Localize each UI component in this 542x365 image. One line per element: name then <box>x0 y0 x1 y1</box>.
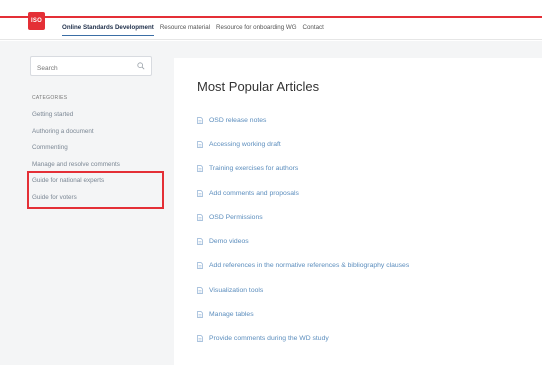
article-link[interactable]: OSD release notes <box>197 108 409 132</box>
article-label: Visualization tools <box>209 286 264 294</box>
article-link[interactable]: OSD Permissions <box>197 205 409 229</box>
nav-item-resource-onboarding[interactable]: Resource for onboarding WG <box>216 24 296 36</box>
article-label: Add comments and proposals <box>209 189 299 197</box>
document-icon <box>197 286 203 294</box>
document-icon <box>197 335 203 343</box>
article-link[interactable]: Add comments and proposals <box>197 181 409 205</box>
article-label: Demo videos <box>209 238 249 246</box>
document-icon <box>197 238 203 245</box>
category-commenting[interactable]: Commenting <box>32 142 120 159</box>
document-icon <box>197 213 203 221</box>
main-nav: Online Standards Development Resource ma… <box>62 24 324 36</box>
document-icon <box>197 262 203 270</box>
document-icon <box>197 116 203 124</box>
article-label: Add references in the normative referenc… <box>209 262 410 270</box>
article-link[interactable]: Visualization tools <box>197 278 409 302</box>
categories-heading: CATEGORIES <box>32 95 68 101</box>
highlight-box <box>27 171 164 209</box>
search-icon[interactable] <box>137 62 145 70</box>
search-box <box>30 56 152 78</box>
article-label: Accessing working draft <box>209 140 281 148</box>
popular-articles-card: Most Popular Articles OSD release notes … <box>174 58 542 365</box>
nav-item-contact[interactable]: Contact <box>303 24 324 36</box>
article-link[interactable]: Demo videos <box>197 229 409 253</box>
nav-item-resource-material[interactable]: Resource material <box>160 24 210 36</box>
article-label: Training exercises for authors <box>209 165 299 173</box>
article-list: OSD release notes Accessing working draf… <box>197 108 409 351</box>
article-link[interactable]: Add references in the normative referenc… <box>197 254 409 278</box>
category-getting-started[interactable]: Getting started <box>32 109 120 126</box>
nav-item-online-standards-development[interactable]: Online Standards Development <box>62 24 154 36</box>
article-label: OSD Permissions <box>209 213 263 221</box>
article-label: Provide comments during the WD study <box>209 335 329 343</box>
iso-logo[interactable]: ISO <box>28 12 45 30</box>
logo-text: ISO <box>31 18 42 24</box>
category-authoring-document[interactable]: Authoring a document <box>32 126 120 143</box>
document-icon <box>197 141 203 148</box>
article-link[interactable]: Provide comments during the WD study <box>197 327 409 351</box>
document-icon <box>197 189 203 197</box>
document-icon <box>197 311 203 318</box>
article-link[interactable]: Accessing working draft <box>197 132 409 156</box>
page-title: Most Popular Articles <box>197 79 320 94</box>
article-link[interactable]: Training exercises for authors <box>197 157 409 181</box>
article-label: OSD release notes <box>209 116 267 124</box>
article-label: Manage tables <box>209 311 254 319</box>
header-red-line <box>0 16 542 18</box>
document-icon <box>197 165 203 173</box>
top-bar: ISO Online Standards Development Resourc… <box>0 0 542 40</box>
search-input[interactable] <box>31 59 131 78</box>
article-link[interactable]: Manage tables <box>197 302 409 326</box>
